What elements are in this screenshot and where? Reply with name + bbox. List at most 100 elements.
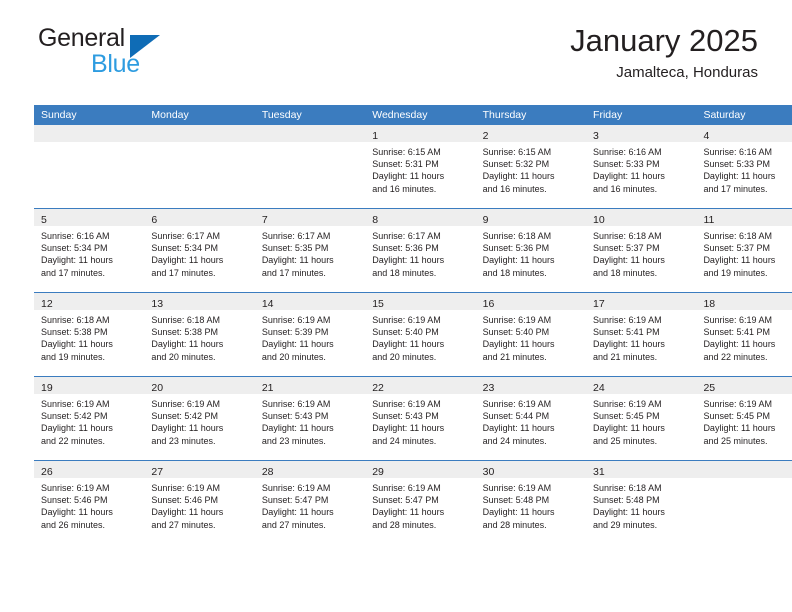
brand-name-general: General <box>38 24 125 52</box>
calendar-day-cell[interactable]: 3 Sunrise: 6:16 AM Sunset: 5:33 PM Daylight… <box>586 125 697 209</box>
calendar-day-cell[interactable]: 25 Sunrise: 6:19 AM Sunset: 5:45 PM Dayligh… <box>696 376 792 461</box>
day-number: 4 <box>703 130 710 142</box>
day-number-band: 9 <box>475 209 587 226</box>
calendar-day-cell[interactable]: 27 Sunrise: 6:19 AM Sunset: 5:46 PM Dayligh… <box>144 460 255 544</box>
daylight-text-line2: and 19 minutes. <box>703 267 768 278</box>
calendar-day-cell[interactable]: 28 Sunrise: 6:19 AM Sunset: 5:47 PM Dayligh… <box>254 460 366 544</box>
sunrise-text: Sunrise: 6:15 AM <box>372 147 441 157</box>
day-number-band: 27 <box>144 461 255 478</box>
daylight-text-line2: and 20 minutes. <box>261 351 326 362</box>
daylight-text-line2: and 17 minutes. <box>151 267 216 278</box>
daylight-text-line2: and 16 minutes. <box>372 183 437 194</box>
calendar-day-cell[interactable]: 22 Sunrise: 6:19 AM Sunset: 5:43 PM Dayligh… <box>365 376 476 461</box>
sunset-text: Sunset: 5:47 PM <box>372 495 439 506</box>
day-number-band: 14 <box>254 293 366 310</box>
day-details: Sunrise: 6:18 AM Sunset: 5:38 PM Daylight:… <box>144 310 254 363</box>
day-number: 24 <box>593 382 605 394</box>
calendar-day-cell[interactable]: 23 Sunrise: 6:19 AM Sunset: 5:44 PM Dayligh… <box>475 376 587 461</box>
daylight-text-line2: and 17 minutes. <box>41 267 106 278</box>
day-number: 19 <box>41 382 53 394</box>
day-details: Sunrise: 6:19 AM Sunset: 5:44 PM Daylight:… <box>476 394 586 447</box>
day-number-band: 5 <box>34 209 145 226</box>
calendar-day-cell[interactable]: 7 Sunrise: 6:17 AM Sunset: 5:35 PM Daylight… <box>254 208 366 293</box>
calendar-day-cell[interactable]: 11 Sunrise: 6:18 AM Sunset: 5:37 PM Dayligh… <box>696 208 792 293</box>
daylight-text-line1: Daylight: 11 hours <box>703 171 776 182</box>
day-number-band: 11 <box>696 209 792 226</box>
daylight-text-line2: and 18 minutes. <box>372 267 437 278</box>
calendar-day-cell[interactable]: 21 Sunrise: 6:19 AM Sunset: 5:43 PM Dayligh… <box>254 376 366 461</box>
calendar-day-cell[interactable]: 13 Sunrise: 6:18 AM Sunset: 5:38 PM Dayligh… <box>144 292 255 377</box>
calendar-week-row: 26 Sunrise: 6:19 AM Sunset: 5:46 PM Dayligh… <box>34 460 792 544</box>
sunset-text: Sunset: 5:39 PM <box>261 327 329 338</box>
day-number: 16 <box>482 298 495 310</box>
day-details: Sunrise: 6:19 AM Sunset: 5:41 PM Daylight:… <box>696 310 792 363</box>
sunset-text: Sunset: 5:38 PM <box>151 327 218 338</box>
weekday-header-friday: Friday <box>586 105 697 125</box>
calendar-day-cell[interactable]: 2 Sunrise: 6:15 AM Sunset: 5:32 PM Daylight… <box>475 125 587 209</box>
daylight-text-line1: Daylight: 11 hours <box>151 507 224 518</box>
sunrise-text: Sunrise: 6:19 AM <box>41 399 110 409</box>
sunset-text: Sunset: 5:31 PM <box>372 159 439 170</box>
calendar-day-cell[interactable]: 20 Sunrise: 6:19 AM Sunset: 5:42 PM Dayligh… <box>144 376 255 461</box>
calendar-day-cell[interactable]: 12 Sunrise: 6:18 AM Sunset: 5:38 PM Dayligh… <box>34 292 145 377</box>
daylight-text-line2: and 17 minutes. <box>261 267 326 278</box>
day-number: 27 <box>151 466 164 478</box>
calendar-day-cell[interactable]: 31 Sunrise: 6:18 AM Sunset: 5:48 PM Dayligh… <box>586 460 697 544</box>
daylight-text-line2: and 25 minutes. <box>703 435 768 446</box>
calendar-week-row: 1 Sunrise: 6:15 AM Sunset: 5:31 PM Daylight… <box>34 125 792 209</box>
day-details: Sunrise: 6:16 AM Sunset: 5:33 PM Daylight:… <box>586 142 696 195</box>
calendar-day-cell[interactable]: 9 Sunrise: 6:18 AM Sunset: 5:36 PM Daylight… <box>475 208 587 293</box>
day-details: Sunrise: 6:18 AM Sunset: 5:48 PM Daylight:… <box>586 478 696 531</box>
weekday-header-sunday: Sunday <box>34 105 145 125</box>
sunset-text: Sunset: 5:46 PM <box>41 495 108 506</box>
calendar-day-cell[interactable]: 24 Sunrise: 6:19 AM Sunset: 5:45 PM Dayligh… <box>586 376 697 461</box>
calendar-day-cell[interactable]: 16 Sunrise: 6:19 AM Sunset: 5:40 PM Dayligh… <box>475 292 587 377</box>
brand-logo[interactable]: General Blue <box>34 22 334 86</box>
sunset-text: Sunset: 5:41 PM <box>703 327 770 338</box>
daylight-text-line1: Daylight: 11 hours <box>372 507 445 518</box>
day-number: 20 <box>151 382 164 394</box>
day-number-band: 1 <box>365 125 476 142</box>
calendar-day-cell[interactable]: 19 Sunrise: 6:19 AM Sunset: 5:42 PM Dayligh… <box>34 376 145 461</box>
daylight-text-line2: and 18 minutes. <box>593 267 658 278</box>
daylight-text-line2: and 28 minutes. <box>482 519 547 530</box>
day-details: Sunrise: 6:19 AM Sunset: 5:47 PM Daylight:… <box>365 478 475 531</box>
day-number: 10 <box>593 214 605 226</box>
sunset-text: Sunset: 5:45 PM <box>593 411 660 422</box>
calendar-day-cell[interactable]: 6 Sunrise: 6:17 AM Sunset: 5:34 PM Daylight… <box>144 208 255 293</box>
calendar-day-cell[interactable]: 26 Sunrise: 6:19 AM Sunset: 5:46 PM Dayligh… <box>34 460 145 544</box>
daylight-text-line1: Daylight: 11 hours <box>593 507 665 518</box>
day-number-band: 19 <box>34 377 145 394</box>
calendar-day-cell[interactable]: 1 Sunrise: 6:15 AM Sunset: 5:31 PM Daylight… <box>365 125 476 209</box>
day-number-band: 15 <box>365 293 476 310</box>
calendar-day-cell[interactable]: 4 Sunrise: 6:16 AM Sunset: 5:33 PM Daylight… <box>696 125 792 209</box>
calendar-day-cell[interactable]: 15 Sunrise: 6:19 AM Sunset: 5:40 PM Dayligh… <box>365 292 476 377</box>
sunset-text: Sunset: 5:32 PM <box>482 159 550 170</box>
calendar-day-cell[interactable]: 8 Sunrise: 6:17 AM Sunset: 5:36 PM Daylight… <box>365 208 476 293</box>
daylight-text-line1: Daylight: 11 hours <box>593 255 665 266</box>
sunset-text: Sunset: 5:34 PM <box>151 243 218 254</box>
calendar-day-cell[interactable]: 29 Sunrise: 6:19 AM Sunset: 5:47 PM Dayligh… <box>365 460 476 544</box>
calendar-week-row: 5 Sunrise: 6:16 AM Sunset: 5:34 PM Daylight… <box>34 208 792 293</box>
weekday-header-wednesday: Wednesday <box>365 105 476 125</box>
daylight-text-line2: and 21 minutes. <box>593 351 658 362</box>
calendar-day-cell[interactable]: 14 Sunrise: 6:19 AM Sunset: 5:39 PM Dayligh… <box>254 292 366 377</box>
daylight-text-line1: Daylight: 11 hours <box>41 507 113 518</box>
day-details: Sunrise: 6:19 AM Sunset: 5:42 PM Daylight:… <box>34 394 144 447</box>
calendar-day-cell[interactable]: 5 Sunrise: 6:16 AM Sunset: 5:34 PM Daylight… <box>34 208 145 293</box>
sunrise-text: Sunrise: 6:17 AM <box>261 231 331 241</box>
daylight-text-line2: and 21 minutes. <box>482 351 547 362</box>
calendar-body: 1 Sunrise: 6:15 AM Sunset: 5:31 PM Daylight… <box>34 125 792 544</box>
sunset-text: Sunset: 5:40 PM <box>372 327 439 338</box>
day-number: 26 <box>41 466 53 478</box>
daylight-text-line2: and 23 minutes. <box>151 435 216 446</box>
sunrise-text: Sunrise: 6:19 AM <box>482 315 552 325</box>
calendar-day-cell[interactable]: 18 Sunrise: 6:19 AM Sunset: 5:41 PM Dayligh… <box>696 292 792 377</box>
sunrise-text: Sunrise: 6:19 AM <box>703 315 772 325</box>
brand-name-blue: Blue <box>91 50 140 78</box>
sunset-text: Sunset: 5:46 PM <box>151 495 218 506</box>
calendar-day-cell[interactable]: 30 Sunrise: 6:19 AM Sunset: 5:48 PM Dayligh… <box>475 460 587 544</box>
sunrise-text: Sunrise: 6:18 AM <box>482 231 552 241</box>
calendar-day-cell[interactable]: 10 Sunrise: 6:18 AM Sunset: 5:37 PM Dayligh… <box>586 208 697 293</box>
calendar-day-cell[interactable]: 17 Sunrise: 6:19 AM Sunset: 5:41 PM Dayligh… <box>586 292 697 377</box>
